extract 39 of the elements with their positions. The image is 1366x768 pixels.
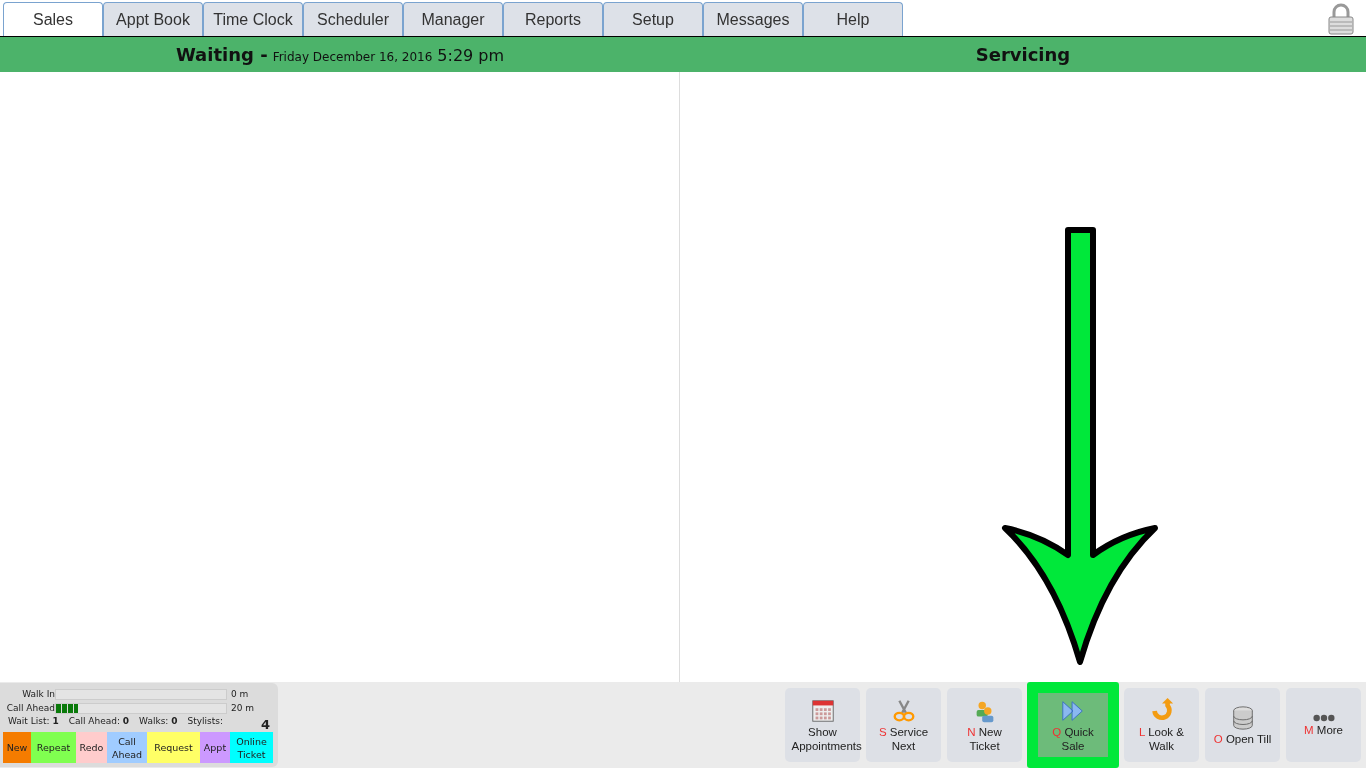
- tab[interactable]: Messages: [703, 2, 803, 36]
- wait-time-reading: 20 m: [231, 703, 255, 713]
- calendar-icon: [809, 697, 836, 724]
- stylists-count: 4: [260, 717, 270, 732]
- stat-text: Walks: 0: [139, 716, 178, 726]
- legend-tag: New: [3, 732, 31, 763]
- tab[interactable]: Reports: [503, 2, 603, 36]
- tab[interactable]: Time Clock: [203, 2, 303, 36]
- tab[interactable]: Setup: [603, 2, 703, 36]
- wait-time-reading: 0 m: [231, 689, 249, 699]
- legend-tag: Appt: [200, 732, 230, 763]
- action-button[interactable]: Show Appointments: [785, 688, 860, 762]
- action-button[interactable]: M More: [1286, 688, 1361, 762]
- legend-tag: Redo: [76, 732, 107, 763]
- legend-tag: Request: [147, 732, 200, 763]
- tab[interactable]: Help: [803, 2, 903, 36]
- servicing-heading: Servicing: [975, 44, 1071, 65]
- dots-icon: [1312, 713, 1335, 722]
- tab[interactable]: Scheduler: [303, 2, 403, 36]
- action-button[interactable]: O Open Till: [1205, 688, 1280, 762]
- legend-tag: Call Ahead: [107, 732, 147, 763]
- action-button[interactable]: N New Ticket: [947, 688, 1022, 762]
- tab[interactable]: Manager: [403, 2, 503, 36]
- stat-text: Call Ahead: 0: [68, 716, 130, 726]
- action-button[interactable]: L Look & Walk: [1124, 688, 1199, 762]
- time-text: 5:29 pm: [437, 46, 505, 65]
- bar-label: Call Ahead: [5, 703, 55, 713]
- action-button[interactable]: Q Quick Sale: [1027, 682, 1119, 768]
- date-text: Friday December 16, 2016: [272, 50, 433, 64]
- lock-icon[interactable]: [1328, 3, 1354, 35]
- bar-label: Walk In: [21, 689, 55, 699]
- legend-tag: Repeat: [31, 732, 76, 763]
- stat-text: Stylists:: [187, 716, 224, 726]
- stat-text: Wait List: 1: [8, 716, 59, 726]
- tab[interactable]: Sales: [3, 2, 103, 36]
- legend-tag: Online Ticket: [230, 732, 273, 763]
- waiting-heading: Waiting -: [175, 44, 268, 65]
- tab[interactable]: Appt Book: [103, 2, 203, 36]
- action-button[interactable]: S Service Next: [866, 688, 941, 762]
